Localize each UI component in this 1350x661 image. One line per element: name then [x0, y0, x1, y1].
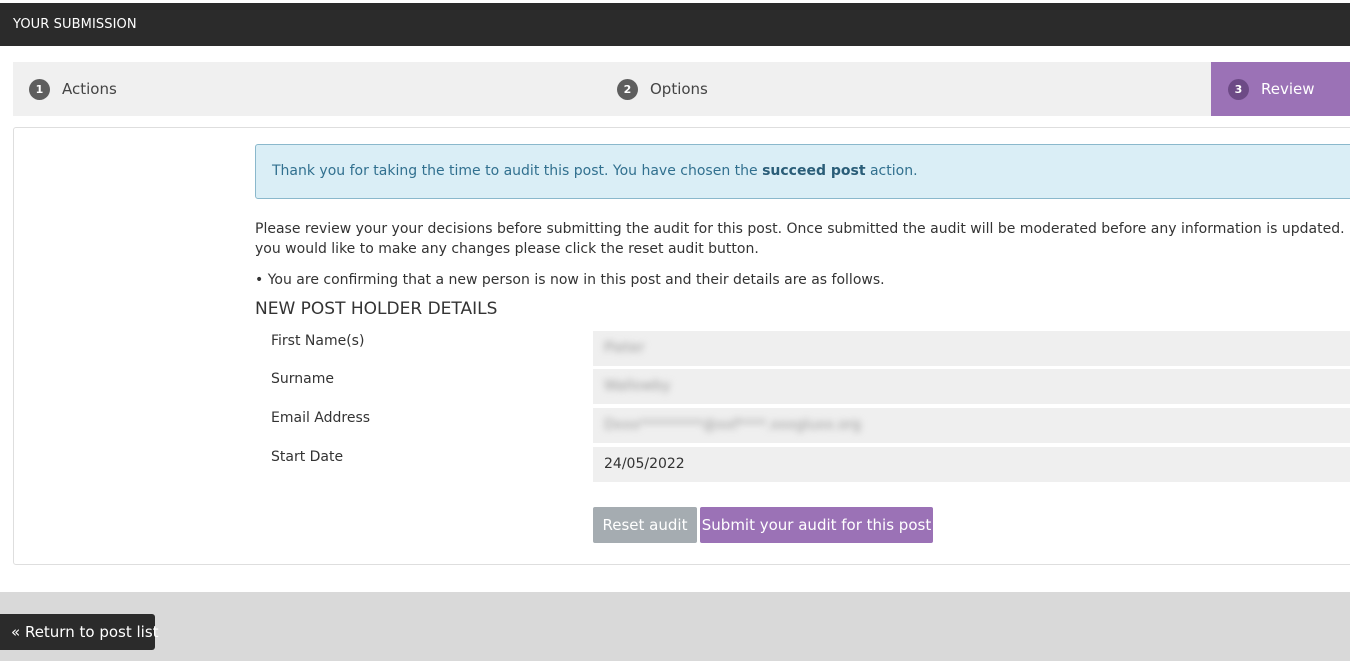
email-label: Email Address — [271, 410, 371, 426]
wizard-steps: 1 Actions 2 Options 3 Review — [13, 62, 1350, 116]
first-name-label: First Name(s) — [271, 333, 365, 349]
step-actions[interactable]: 1 Actions — [29, 62, 117, 116]
footer-bar — [0, 592, 1350, 661]
step-review[interactable]: 3 Review — [1211, 62, 1350, 116]
step-number: 1 — [29, 78, 50, 100]
alert-text: Thank you for taking the time to audit t… — [272, 163, 763, 179]
confirmation-bullet: • You are confirming that a new person i… — [255, 272, 885, 288]
email-value: Dxxx*********@xxf****.xxxgluxx.org — [593, 408, 1350, 443]
email-text: Dxxx*********@xxf****.xxxgluxx.org — [604, 417, 862, 433]
step-label: Actions — [62, 80, 117, 98]
step-number: 3 — [1228, 78, 1249, 100]
step-label: Review — [1261, 80, 1315, 98]
return-to-post-list-button[interactable]: « Return to post list — [0, 614, 159, 650]
page-header: YOUR SUBMISSION — [0, 3, 1350, 46]
step-options[interactable]: 2 Options — [617, 62, 708, 116]
review-instructions: Please review your your decisions before… — [255, 221, 1350, 257]
start-date-value: 24/05/2022 — [593, 447, 1350, 482]
first-name-text: Pieter — [604, 340, 645, 356]
step-number: 2 — [617, 78, 638, 100]
page-title: YOUR SUBMISSION — [13, 17, 137, 32]
surname-value: Wallowby — [593, 369, 1350, 404]
alert-text-end: action. — [865, 163, 918, 179]
start-date-label: Start Date — [271, 449, 344, 465]
submit-audit-button[interactable]: Submit your audit for this post — [700, 507, 933, 543]
reset-audit-button[interactable]: Reset audit — [593, 507, 697, 543]
info-alert: Thank you for taking the time to audit t… — [255, 144, 1350, 199]
surname-text: Wallowby — [604, 378, 671, 394]
surname-label: Surname — [271, 371, 334, 387]
first-name-value: Pieter — [593, 331, 1350, 366]
start-date-text: 24/05/2022 — [604, 456, 685, 472]
section-title: NEW POST HOLDER DETAILS — [255, 299, 498, 319]
step-label: Options — [650, 80, 708, 98]
alert-action: succeed post — [762, 163, 866, 179]
